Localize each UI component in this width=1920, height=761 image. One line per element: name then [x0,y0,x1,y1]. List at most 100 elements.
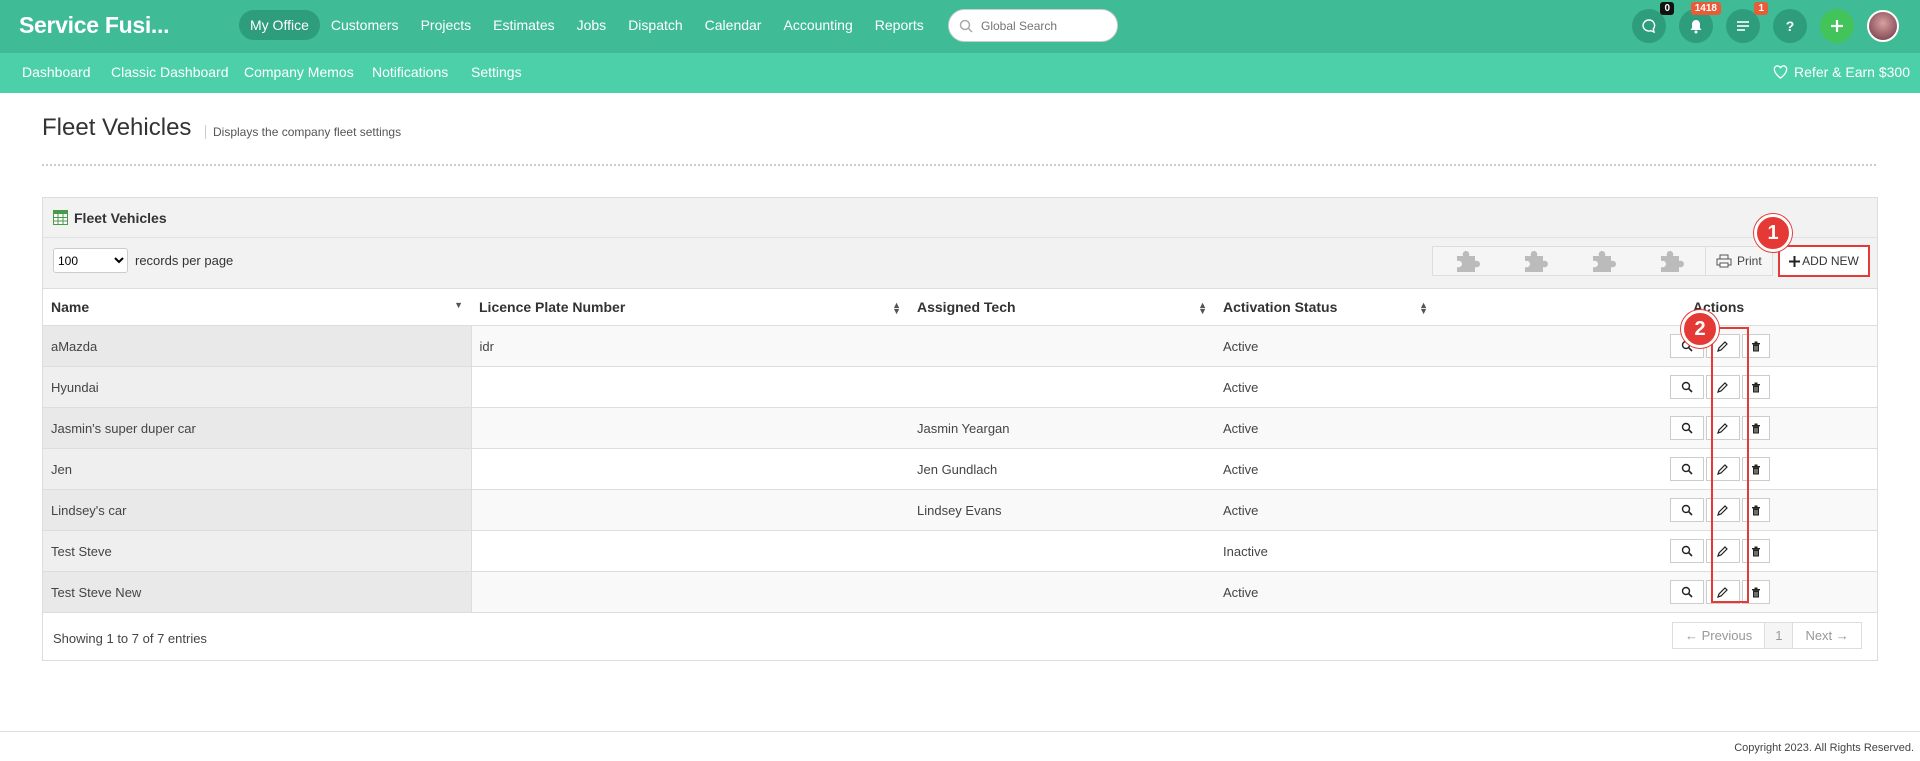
table-icon [53,210,68,225]
cell-tech [909,530,1215,572]
chat-button[interactable]: 0 [1632,2,1674,43]
cell-actions [1570,407,1877,449]
nav-jobs[interactable]: Jobs [566,10,618,40]
nav-projects[interactable]: Projects [410,10,483,40]
delete-button[interactable] [1741,375,1770,399]
notifications-button[interactable]: 1418 [1679,2,1721,43]
bell-icon [1690,20,1702,34]
tasks-button[interactable]: 1 [1726,2,1768,43]
col-header-plate[interactable]: Licence Plate Number ▲ ▼ [471,288,909,326]
cell-status: Active [1215,489,1570,531]
global-search-input[interactable] [981,18,1101,33]
cell-status: Inactive [1215,530,1570,572]
pagination-previous[interactable]: ← Previous [1673,623,1766,648]
plugin-button-3[interactable] [1569,247,1637,275]
plugin-button-4[interactable] [1637,247,1705,275]
row-actions [1578,457,1877,481]
records-per-page-label: records per page [135,253,234,268]
table-row: Jasmin's super duper car Jasmin Yeargan Ac… [43,407,1877,449]
view-button[interactable] [1669,539,1704,563]
table-row: Jen Jen Gundlach Active [43,448,1877,490]
nav-calendar[interactable]: Calendar [694,10,773,40]
nav-estimates[interactable]: Estimates [482,10,565,40]
delete-button[interactable] [1741,416,1770,440]
top-icons: 0 1418 1 ? [1632,2,1899,43]
view-button[interactable] [1669,580,1704,604]
trash-icon [1751,505,1760,515]
quick-add-button[interactable] [1820,9,1854,43]
cell-plate [471,530,909,572]
edit-button[interactable] [1705,375,1740,399]
delete-button[interactable] [1741,498,1770,522]
trash-icon [1751,546,1760,556]
divider [42,164,1876,166]
delete-button[interactable] [1741,580,1770,604]
plus-icon [1789,255,1801,267]
edit-button[interactable] [1705,539,1740,563]
help-button[interactable]: ? [1773,9,1807,43]
toolbar-button-group: Print [1432,246,1773,276]
magnifier-icon [1681,545,1693,557]
puzzle-icon [1661,251,1684,272]
brand-logo[interactable]: Service Fusi... [19,12,170,39]
cell-name: Test Steve New [43,571,472,613]
sort-icon: ▲ ▼ [1198,300,1207,316]
col-header-status[interactable]: Activation Status ▲ ▼ [1215,288,1570,326]
pencil-icon [1717,586,1728,598]
delete-button[interactable] [1741,334,1770,358]
subnav-company-memos[interactable]: Company Memos [244,64,354,80]
puzzle-icon [1593,251,1616,272]
subnav-settings[interactable]: Settings [471,64,522,80]
nav-my-office[interactable]: My Office [239,10,320,40]
trash-icon [1751,423,1760,433]
tasks-badge: 1 [1754,2,1768,15]
pencil-icon [1717,545,1728,557]
sort-desc-icon: ▼ [454,300,463,310]
view-button[interactable] [1669,375,1704,399]
global-search [948,9,1118,42]
edit-button[interactable] [1705,498,1740,522]
cell-name: Jen [43,448,472,490]
print-button[interactable]: Print [1705,247,1772,275]
records-per-page-select[interactable]: 100 [53,248,128,273]
row-actions [1578,334,1877,358]
page-title: Fleet Vehicles [42,114,192,141]
cell-tech: Jen Gundlach [909,448,1215,490]
sort-icon: ▲ ▼ [1419,300,1428,316]
view-button[interactable] [1669,416,1704,440]
delete-button[interactable] [1741,457,1770,481]
edit-button[interactable] [1705,416,1740,440]
cell-plate: idr [471,325,909,367]
subnav-classic-dashboard[interactable]: Classic Dashboard [111,64,229,80]
pencil-icon [1717,422,1728,434]
annotation-marker-1: 1 [1754,214,1792,252]
pagination-next[interactable]: Next → [1793,623,1861,648]
magnifier-icon [1681,586,1693,598]
edit-button[interactable] [1705,580,1740,604]
plugin-button-2[interactable] [1501,247,1569,275]
nav-dispatch[interactable]: Dispatch [617,10,693,40]
col-header-tech[interactable]: Assigned Tech ▲ ▼ [909,288,1215,326]
table-row: Hyundai Active [43,366,1877,408]
puzzle-icon [1457,251,1480,272]
plugin-button-1[interactable] [1433,247,1501,275]
pencil-icon [1717,504,1728,516]
nav-customers[interactable]: Customers [320,10,410,40]
delete-button[interactable] [1741,539,1770,563]
add-new-button[interactable]: ADD NEW [1778,245,1870,277]
nav-reports[interactable]: Reports [864,10,935,40]
list-icon [1737,21,1749,31]
nav-accounting[interactable]: Accounting [772,10,863,40]
view-button[interactable] [1669,457,1704,481]
edit-button[interactable] [1705,457,1740,481]
user-avatar[interactable] [1867,10,1899,42]
heart-icon [1773,65,1788,79]
subnav-notifications[interactable]: Notifications [372,64,448,80]
col-header-name[interactable]: Name ▼ [43,288,471,326]
view-button[interactable] [1669,498,1704,522]
cell-tech [909,325,1215,367]
refer-earn-link[interactable]: Refer & Earn $300 [1773,64,1910,80]
pagination-page[interactable]: 1 [1765,623,1794,648]
subnav-dashboard[interactable]: Dashboard [22,64,91,80]
pencil-icon [1717,381,1728,393]
